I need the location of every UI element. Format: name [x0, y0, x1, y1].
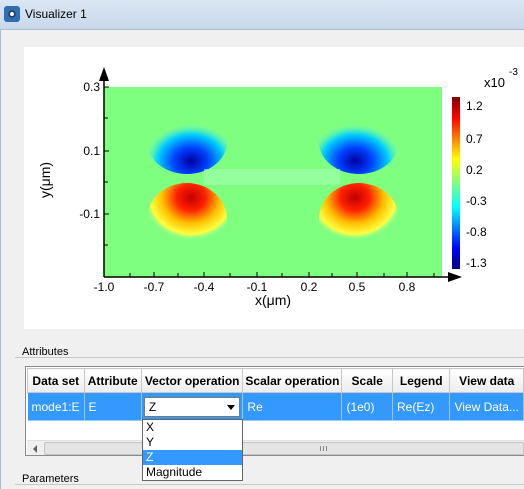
x-tick-label: 0.8 [399, 280, 416, 294]
column-header-vector-operation[interactable]: Vector operation [140, 368, 244, 393]
grip-icon [320, 446, 329, 451]
colorbar-exponent-base: x10 [484, 75, 505, 90]
y-axis-label: y(μm) [37, 162, 53, 198]
column-header-data-set[interactable]: Data set [27, 368, 85, 393]
dropdown-option-y[interactable]: Y [143, 435, 242, 450]
attributes-table: Data set Attribute Vector operation Scal… [27, 368, 524, 421]
x-tick-label: 0.2 [301, 280, 318, 294]
column-header-scale[interactable]: Scale [341, 368, 393, 393]
window-border [0, 30, 1, 489]
colorbar-tick-label: -1.3 [466, 256, 487, 270]
y-tick-label: -0.1 [79, 207, 100, 221]
parameters-group-label: Parameters [22, 473, 79, 485]
colorbar-tick-label: 0.2 [466, 163, 483, 177]
window-title: Visualizer 1 [25, 7, 87, 21]
horizontal-scrollbar[interactable] [27, 440, 524, 455]
visualizer-app-icon [4, 6, 20, 22]
colorbar-tick-label: -0.8 [466, 225, 487, 239]
positive-lobe-left [147, 183, 227, 255]
cell-scale[interactable]: (1e0) [341, 392, 393, 421]
positive-lobe-right [319, 183, 399, 255]
colorbar-tick-label: 0.7 [466, 132, 483, 146]
cell-attribute[interactable]: E [84, 392, 142, 421]
y-tick-label: 0.1 [83, 144, 100, 158]
colorbar-exponent: -3 [509, 67, 518, 78]
column-header-view-data[interactable]: View data [449, 368, 524, 393]
vector-operation-combobox[interactable]: Z [143, 396, 241, 417]
dropdown-option-z[interactable]: Z [143, 450, 242, 465]
chevron-down-icon[interactable] [227, 404, 236, 410]
cell-legend[interactable]: Re(Ez) [392, 392, 451, 421]
parameters-divider [15, 484, 524, 485]
x-tick-label: -1.0 [94, 280, 115, 294]
attributes-divider [15, 357, 524, 358]
cell-data-set[interactable]: mode1:E [27, 392, 85, 421]
title-bar: Visualizer 1 [0, 0, 524, 30]
table-header-row: Data set Attribute Vector operation Scal… [27, 368, 524, 393]
table-row[interactable]: mode1:E E Z Re (1e0) Re(Ez) View Data... [27, 392, 524, 421]
cell-vector-operation[interactable]: Z [141, 392, 244, 421]
y-tick-label: 0.3 [83, 80, 100, 94]
cell-scalar-operation[interactable]: Re [242, 392, 343, 421]
scroll-left-icon[interactable] [27, 441, 44, 456]
dropdown-option-magnitude[interactable]: Magnitude [143, 465, 242, 480]
field-plot[interactable]: -1.0 -0.7 -0.4 -0.1 0.2 0.5 0.8 x(μm) 0.… [24, 47, 524, 329]
cell-view-data[interactable]: View Data... [449, 392, 524, 421]
x-tick-label: -0.4 [194, 280, 215, 294]
negative-lobe-left [147, 110, 227, 174]
x-axis-label: x(μm) [255, 292, 291, 308]
heatmap-field [104, 87, 442, 277]
y-axis-arrow [99, 67, 109, 81]
column-header-scalar-operation[interactable]: Scalar operation [242, 368, 343, 393]
attributes-group-label: Attributes [22, 346, 69, 358]
x-tick-label: -0.7 [144, 280, 165, 294]
column-header-legend[interactable]: Legend [391, 368, 451, 393]
dropdown-option-x[interactable]: X [143, 420, 242, 435]
vector-operation-dropdown[interactable]: X Y Z Magnitude [142, 419, 243, 481]
column-header-attribute[interactable]: Attribute [83, 368, 142, 393]
plot-panel[interactable]: -1.0 -0.7 -0.4 -0.1 0.2 0.5 0.8 x(μm) 0.… [24, 47, 524, 329]
colorbar-tick-label: 1.2 [466, 99, 483, 113]
negative-lobe-right [319, 110, 399, 174]
x-axis-arrow [448, 272, 462, 282]
x-tick-label: 0.5 [349, 280, 366, 294]
colorbar-tick-label: -0.3 [466, 194, 487, 208]
vector-operation-value: Z [148, 399, 157, 414]
colorbar [452, 97, 460, 269]
scrollbar-thumb[interactable] [44, 442, 524, 455]
